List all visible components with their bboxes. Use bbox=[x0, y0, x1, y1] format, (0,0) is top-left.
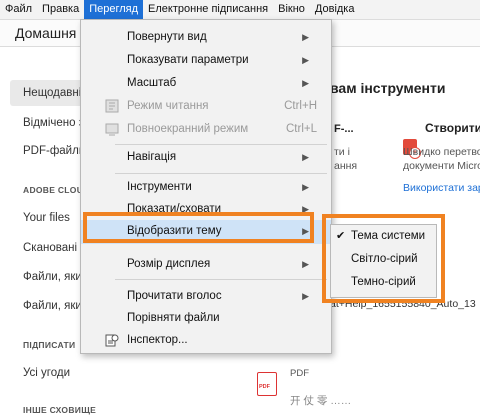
reading-mode-icon bbox=[105, 99, 119, 113]
menu-item-label: Повноекранний режим bbox=[127, 123, 249, 135]
home-tab-label: Домашня с bbox=[15, 25, 88, 41]
menu-item-label: Навігація bbox=[127, 151, 177, 163]
tool-desc-fragment-1: ти і bbox=[334, 146, 350, 158]
menu-item-fullscreen[interactable]: Повноекранний режим Ctrl+L bbox=[81, 118, 331, 142]
sidebar-item-recent[interactable]: Нещодавні bbox=[23, 87, 81, 99]
menu-view[interactable]: Перегляд bbox=[84, 0, 144, 19]
menu-separator bbox=[115, 144, 327, 145]
sidebar-item-starred[interactable]: Відмічено з bbox=[23, 117, 84, 129]
menu-item-label: Масштаб bbox=[127, 77, 177, 89]
menu-separator bbox=[115, 279, 327, 280]
menu-edit[interactable]: Правка bbox=[37, 0, 84, 19]
menu-item-label: Прочитати вголос bbox=[127, 290, 222, 302]
sidebar-item-scanned[interactable]: Скановані bbox=[23, 242, 77, 254]
menu-item-label: Порівняти файли bbox=[127, 312, 220, 324]
sidebar-item-your-files[interactable]: Your files bbox=[23, 212, 70, 224]
submenu-arrow-icon: ▶ bbox=[302, 32, 309, 42]
submenu-arrow-icon: ▶ bbox=[302, 291, 309, 301]
menu-item-zoom[interactable]: Масштаб ▶ bbox=[81, 72, 331, 96]
sidebar-item-pdf-files[interactable]: PDF-файли bbox=[23, 145, 85, 157]
tool-title-fragment: F-... bbox=[334, 123, 354, 135]
menu-file[interactable]: Файл bbox=[0, 0, 37, 19]
menu-item-label: Показувати параметри bbox=[127, 54, 249, 66]
create-tool-desc-2: документи Micros bbox=[403, 160, 480, 172]
highlight-box-theme-submenu bbox=[322, 214, 445, 303]
menu-item-read-aloud[interactable]: Прочитати вголос ▶ bbox=[81, 285, 331, 309]
fullscreen-icon bbox=[105, 122, 119, 136]
menu-item-rotate-view[interactable]: Повернути вид ▶ bbox=[81, 26, 331, 50]
menu-item-label: Режим читання bbox=[127, 100, 209, 112]
menu-item-compare-files[interactable]: Порівняти файли bbox=[81, 307, 331, 331]
create-tool-title: Створити bbox=[425, 121, 480, 135]
create-tool-desc-1: Швидко перетвор bbox=[403, 146, 480, 158]
menu-item-shortcut: Ctrl+L bbox=[286, 123, 317, 135]
submenu-arrow-icon: ▶ bbox=[302, 152, 309, 162]
sidebar-item-all-agreements[interactable]: Усі угоди bbox=[23, 367, 70, 379]
submenu-arrow-icon: ▶ bbox=[302, 78, 309, 88]
use-now-link[interactable]: Використати зара bbox=[403, 182, 480, 194]
menu-item-shortcut: Ctrl+H bbox=[284, 100, 317, 112]
pdf-file-icon: PDF bbox=[257, 372, 277, 396]
menu-item-display-size[interactable]: Розмір дисплея ▶ bbox=[81, 253, 331, 277]
menu-bar: Файл Правка Перегляд Електронне підписан… bbox=[0, 0, 480, 20]
sidebar-item-shared-1[interactable]: Файли, яки bbox=[23, 271, 82, 283]
sidebar-section-other-storage: ІНШЕ СХОВИЩЕ bbox=[23, 405, 97, 415]
menu-item-label: Розмір дисплея bbox=[127, 258, 211, 270]
submenu-arrow-icon: ▶ bbox=[302, 182, 309, 192]
menu-item-navigation[interactable]: Навігація ▶ bbox=[81, 146, 331, 170]
menu-item-label: Повернути вид bbox=[127, 31, 207, 43]
menu-item-show-options[interactable]: Показувати параметри ▶ bbox=[81, 49, 331, 73]
menu-separator bbox=[115, 173, 327, 174]
tool-desc-fragment-2: ання bbox=[334, 160, 358, 172]
pdf-file-icon-label: PDF bbox=[259, 384, 270, 390]
tools-heading: вам інструменти bbox=[330, 80, 446, 96]
menu-item-label: Інструменти bbox=[127, 181, 192, 193]
view-menu-dropdown: Повернути вид ▶ Показувати параметри ▶ М… bbox=[80, 19, 332, 354]
menu-e-sign[interactable]: Електронне підписання bbox=[143, 0, 273, 19]
sidebar: Нещодавні Відмічено з PDF-файли ADOBE CL… bbox=[0, 47, 96, 415]
menu-window[interactable]: Вікно bbox=[273, 0, 310, 19]
menu-item-tools[interactable]: Інструменти ▶ bbox=[81, 176, 331, 200]
highlight-box-display-theme bbox=[83, 212, 314, 243]
menu-item-label: Інспектор... bbox=[127, 334, 188, 346]
submenu-arrow-icon: ▶ bbox=[302, 259, 309, 269]
sidebar-item-shared-2[interactable]: Файли, яки bbox=[23, 300, 82, 312]
menu-item-inspector[interactable]: Інспектор... bbox=[81, 329, 331, 353]
sidebar-section-sign: ПІДПИСАТИ bbox=[23, 340, 76, 350]
inspector-icon bbox=[105, 333, 119, 347]
submenu-arrow-icon: ▶ bbox=[302, 55, 309, 65]
menu-help[interactable]: Довідка bbox=[310, 0, 360, 19]
menu-item-reading-mode[interactable]: Режим читання Ctrl+H bbox=[81, 95, 331, 119]
recent-file-type: PDF bbox=[290, 368, 309, 379]
